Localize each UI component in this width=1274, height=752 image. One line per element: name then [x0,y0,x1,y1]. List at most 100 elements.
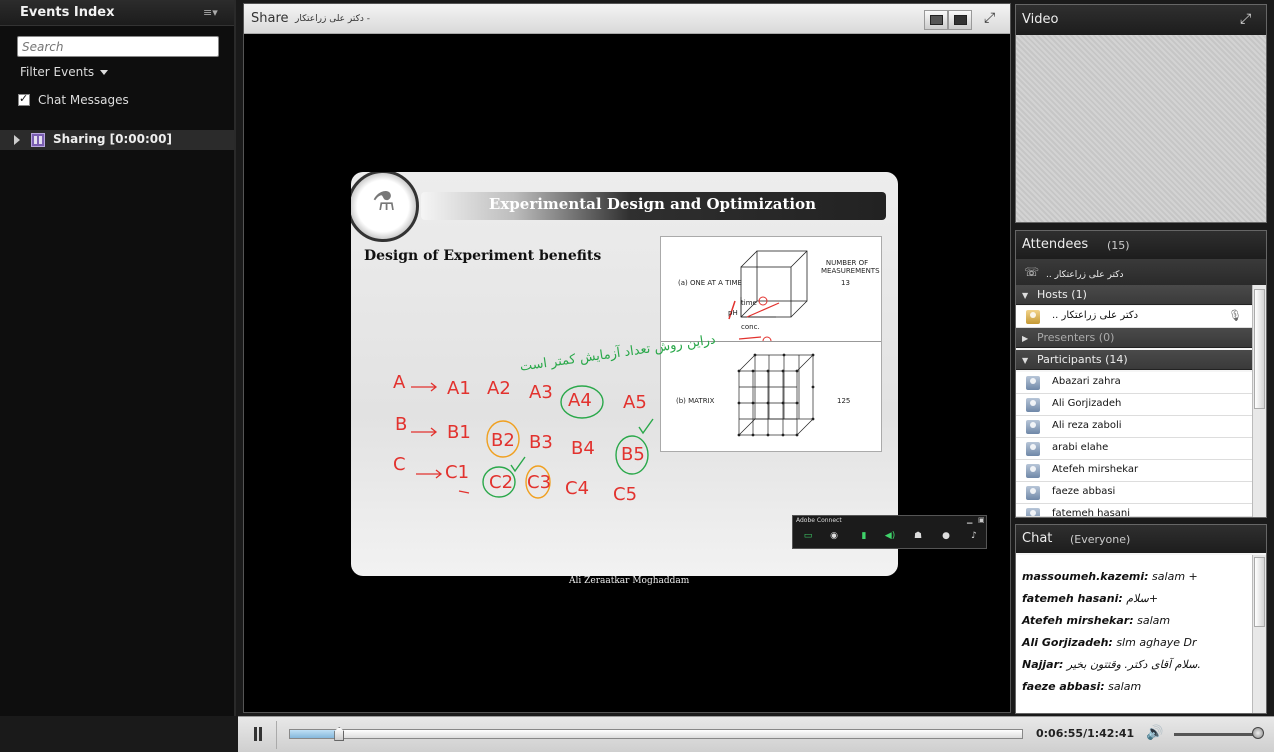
mini-toolbar-title: Adobe Connect [796,517,842,524]
maximize-icon[interactable]: ▣ [978,516,985,524]
events-index-header: Events Index ≡▾ [0,0,234,26]
minimize-icon[interactable]: ▁ [967,516,972,524]
list-menu-icon[interactable]: ≡▾ [203,6,218,19]
chat-pod-header: Chat (Everyone) [1016,525,1266,553]
collapse-arrow-icon[interactable]: ▼ [1022,356,1028,365]
expand-arrow-icon[interactable]: ▶ [1022,334,1028,343]
host-name: دکتر علی زراعتکار .. [1052,310,1139,321]
participant-avatar-icon [1026,508,1040,516]
attendees-scrollbar[interactable] [1252,285,1266,517]
handwriting-cell: C2 [489,472,514,493]
share-pod-icon [31,133,45,147]
volume-slider-track[interactable] [1174,733,1260,736]
handwriting-cell: C1 [445,462,470,483]
chat-author: massoumeh.kazemi: [1022,570,1149,583]
scrollbar-thumb[interactable] [1254,289,1265,409]
share-pod-title: Share [251,11,289,26]
speaker-icon[interactable]: ◀) [881,531,899,545]
notification-bell-icon[interactable]: ♪ [965,531,983,545]
measurements-b-value: 125 [837,397,851,405]
fullscreen-icon[interactable]: ⤢ [984,10,1000,26]
view-fit-button[interactable] [948,10,972,30]
participant-avatar-icon [1026,420,1040,434]
chat-messages-label: Chat Messages [38,93,129,107]
chat-bubble-icon[interactable]: ● [937,531,955,545]
share-pod-header: Share - دکتر علی زراعتکار ⤢ [244,4,1010,34]
chat-messages-checkbox[interactable] [18,92,30,106]
participant-row[interactable]: Ali Gorjizadeh [1016,394,1252,416]
participant-name: arabi elahe [1052,442,1109,453]
adobe-connect-mini-toolbar[interactable]: Adobe Connect ▁ ▣ ▭ ◉ ▮ ◀) ☗ ● ♪ [792,515,987,549]
event-item-sharing[interactable]: Sharing [0:00:00] [0,130,234,150]
participant-avatar-icon [1026,442,1040,456]
chat-author: fatemeh hasani: [1022,592,1123,605]
figure-b-label: (b) MATRIX [676,397,715,405]
volume-slider-handle[interactable] [1252,727,1264,739]
chat-author: faeze abbasi: [1022,680,1105,693]
event-item-label: Sharing [0:00:00] [53,132,172,146]
screen-share-icon[interactable]: ▭ [799,531,817,545]
phone-icon: ☏ [1024,265,1040,279]
participant-row[interactable]: Ali reza zaboli [1016,416,1252,438]
current-user-name: دکتر علی زراعتکار .. [1046,270,1124,280]
slide-caption: Ali Zeraatkar Moghaddam [569,576,690,586]
view-normal-button[interactable] [924,10,948,30]
chat-text: salam [1137,614,1171,627]
scrollbar-thumb[interactable] [1254,557,1265,627]
webcam-icon[interactable]: ◉ [825,531,843,545]
axis-conc-label: conc. [741,323,760,331]
chat-scrollbar[interactable] [1252,555,1266,713]
events-index-title: Events Index [20,5,115,20]
toolbar-divider [276,721,277,749]
handwriting-cell: A2 [487,378,511,399]
handwriting-cell: A [393,372,406,393]
attendees-pod-header: Attendees (15) [1016,231,1266,259]
expand-arrow-icon[interactable] [14,135,20,145]
chat-pod: Chat (Everyone) massoumeh.kazemi: salam … [1015,524,1267,714]
participant-name: Ali Gorjizadeh [1052,398,1122,409]
figure-a-label: (a) ONE AT A TIME [678,279,742,287]
collapse-arrow-icon[interactable]: ▼ [1022,291,1028,300]
handwriting-cell: B2 [491,430,515,451]
measurements-a-value: 13 [841,279,850,287]
handwriting-cell: B5 [621,444,645,465]
chat-messages-toggle[interactable]: Chat Messages [18,92,129,107]
chat-text: salam [1108,680,1142,693]
current-user-row[interactable]: ☏ دکتر علی زراعتکار .. [1016,259,1266,285]
microphone-icon[interactable]: ▮ [855,531,873,545]
presenters-label: Presenters (0) [1037,331,1115,344]
chat-message: fatemeh hasani: سلام+ [1022,592,1158,605]
handwriting-cell: C3 [527,472,552,493]
participant-name: Abazari zahra [1052,376,1121,387]
volume-icon[interactable]: 🔊 [1146,725,1163,741]
chat-message: massoumeh.kazemi: salam + [1022,570,1198,583]
handwriting-cell: B3 [529,432,553,453]
participant-row[interactable]: arabi elahe [1016,438,1252,460]
one-at-a-time-cube [728,250,808,341]
fullscreen-icon[interactable]: ⤢ [1240,11,1251,27]
host-row[interactable]: دکتر علی زراعتکار .. 🎙 [1016,306,1252,328]
attendees-pod: Attendees (15) ☏ دکتر علی زراعتکار .. ▼ … [1015,230,1267,518]
playback-bar: 0:06:55/1:42:41 🔊 [238,716,1274,752]
participants-section-header[interactable]: ▼ Participants (14) [1016,350,1252,370]
chat-pod-title: Chat [1022,531,1053,546]
participant-row[interactable]: Atefeh mirshekar [1016,460,1252,482]
participant-avatar-icon [1026,398,1040,412]
handwriting-cell: A1 [447,378,471,399]
handwriting-cell: A4 [568,390,592,411]
presenters-section-header[interactable]: ▶ Presenters (0) [1016,328,1252,348]
playback-seek-bar[interactable] [289,727,1023,741]
search-input[interactable] [17,36,219,57]
handwriting-cell: B1 [447,422,471,443]
handwriting-cell: A5 [623,392,647,413]
pause-icon[interactable] [252,727,264,741]
events-index-panel: Events Index ≡▾ Filter Events Chat Messa… [0,0,236,716]
attendees-count: (15) [1107,239,1130,252]
participant-row[interactable]: faeze abbasi [1016,482,1252,504]
participant-row[interactable]: Abazari zahra [1016,372,1252,394]
filter-events-dropdown[interactable]: Filter Events [20,65,109,79]
attendees-icon[interactable]: ☗ [909,531,927,545]
hosts-section-header[interactable]: ▼ Hosts (1) [1016,285,1252,305]
handwriting-cell: B4 [571,438,595,459]
participant-row[interactable]: fatemeh hasani [1016,504,1252,517]
